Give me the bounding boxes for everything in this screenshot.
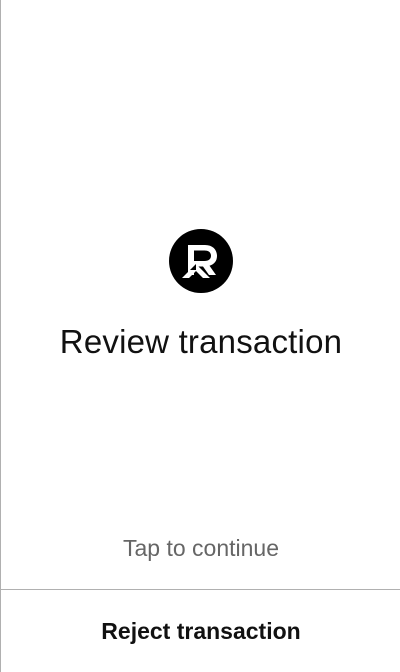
r-brand-logo-icon	[169, 229, 233, 293]
review-transaction-screen[interactable]: Review transaction Tap to continue Rejec…	[0, 0, 400, 672]
tap-to-continue-hint: Tap to continue	[122, 535, 279, 561]
reject-transaction-button[interactable]: Reject transaction	[1, 590, 400, 672]
page-title: Review transaction	[59, 323, 343, 360]
